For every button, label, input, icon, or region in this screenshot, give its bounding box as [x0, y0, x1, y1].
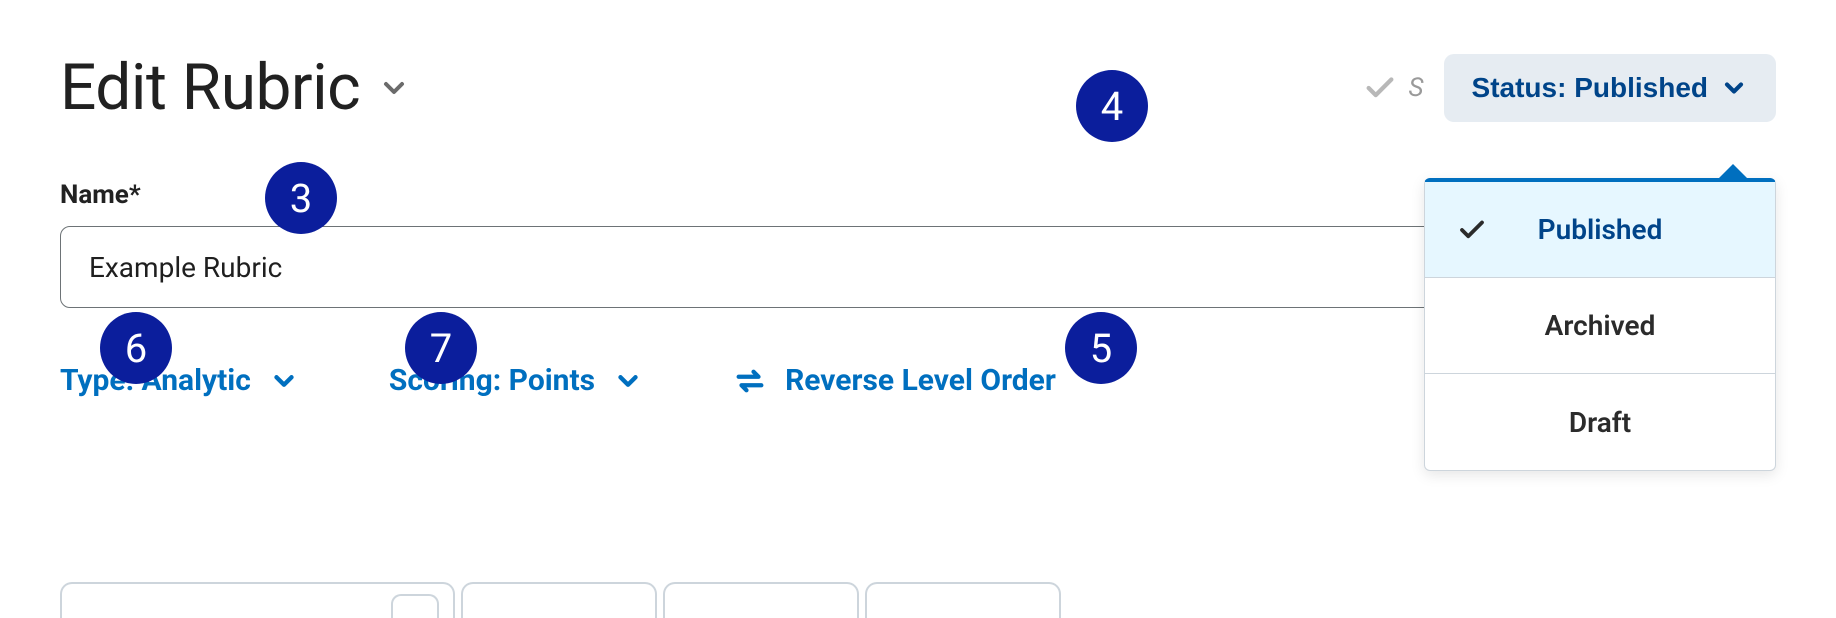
chevron-down-icon: [1720, 74, 1748, 102]
grid-cell: [461, 582, 657, 618]
rubric-grid-preview: [60, 582, 1776, 618]
status-option-label: Published: [1538, 213, 1663, 246]
header-right: S Status: Published: [1363, 54, 1776, 122]
status-option-label: Draft: [1569, 406, 1631, 439]
header-row: Edit Rubric S Status: Published: [60, 50, 1776, 125]
save-state-text: S: [1409, 73, 1424, 103]
chevron-down-icon: [269, 366, 299, 396]
grid-cell: [865, 582, 1061, 618]
grid-cell: [663, 582, 859, 618]
chevron-down-icon: [613, 366, 643, 396]
status-option-draft[interactable]: Draft: [1425, 374, 1775, 470]
reverse-level-order-button[interactable]: Reverse Level Order: [733, 363, 1056, 398]
check-icon: [1457, 215, 1487, 245]
type-label: Type: Analytic: [60, 363, 251, 398]
check-icon: [1363, 71, 1397, 105]
status-dropdown-button[interactable]: Status: Published: [1444, 54, 1776, 122]
status-menu: Published Archived Draft: [1424, 178, 1776, 471]
reverse-label: Reverse Level Order: [785, 363, 1056, 398]
type-dropdown[interactable]: Type: Analytic: [60, 363, 299, 398]
page-title: Edit Rubric: [60, 50, 360, 125]
scoring-label: Scoring: Points: [389, 363, 595, 398]
status-option-label: Archived: [1545, 309, 1656, 342]
save-indicator: S: [1363, 71, 1424, 105]
status-button-label: Status: Published: [1472, 72, 1708, 104]
swap-icon: [733, 364, 767, 398]
grid-cell: [60, 582, 455, 618]
status-option-archived[interactable]: Archived: [1425, 278, 1775, 374]
chevron-down-icon: [378, 72, 410, 104]
status-option-published[interactable]: Published: [1425, 182, 1775, 278]
page-title-wrapper[interactable]: Edit Rubric: [60, 50, 410, 125]
scoring-dropdown[interactable]: Scoring: Points: [389, 363, 643, 398]
